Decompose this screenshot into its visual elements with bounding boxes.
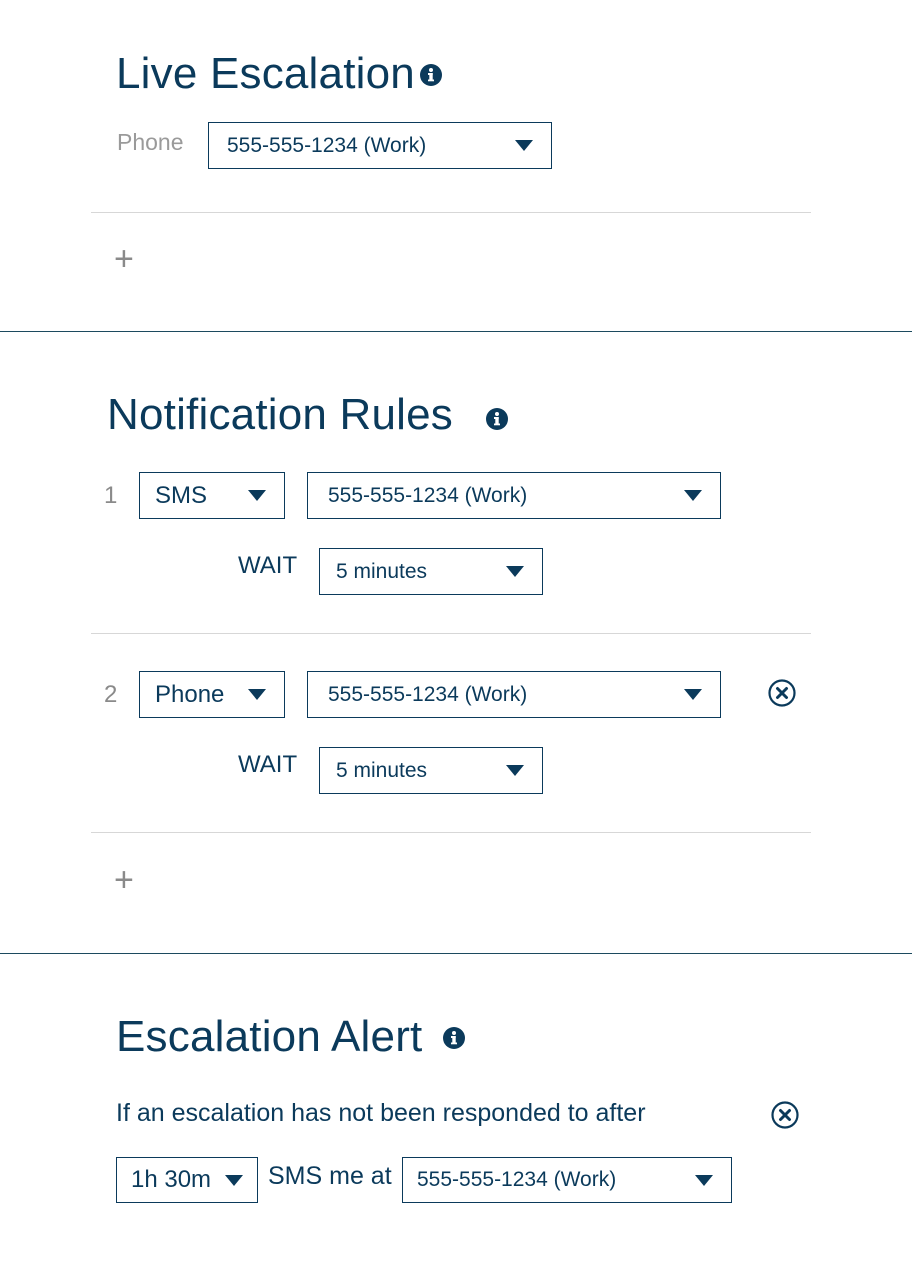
- caret-down-icon: [506, 566, 524, 577]
- wait-select[interactable]: 5 minutes: [319, 747, 543, 794]
- select-value: Phone: [155, 680, 225, 708]
- notification-rules-title: Notification Rules: [107, 390, 453, 439]
- live-escalation-title: Live Escalation: [116, 49, 415, 98]
- rule-number: 1: [104, 482, 118, 509]
- duration-select[interactable]: 1h 30m: [116, 1157, 258, 1203]
- wait-select[interactable]: 5 minutes: [319, 548, 543, 595]
- rule-contact-select[interactable]: 555-555-1234 (Work): [307, 472, 721, 519]
- alert-contact-select[interactable]: 555-555-1234 (Work): [402, 1157, 732, 1203]
- caret-down-icon: [684, 490, 702, 501]
- select-value: SMS: [155, 481, 208, 509]
- caret-down-icon: [506, 765, 524, 776]
- wait-label: WAIT: [238, 751, 298, 778]
- live-escalation-phone-select[interactable]: 555-555-1234 (Work): [208, 122, 552, 169]
- phone-label: Phone: [117, 129, 184, 155]
- select-value: 5 minutes: [336, 758, 428, 782]
- select-value: 555-555-1234 (Work): [328, 483, 528, 507]
- remove-rule-icon[interactable]: [768, 679, 796, 707]
- sms-label: SMS me at: [268, 1162, 392, 1190]
- divider: [91, 832, 811, 833]
- rule-number: 2: [104, 681, 118, 708]
- info-icon[interactable]: [486, 408, 508, 430]
- divider: [91, 633, 811, 634]
- select-value: 1h 30m: [131, 1166, 212, 1193]
- add-rule-button[interactable]: +: [114, 863, 134, 897]
- section-divider: [0, 331, 912, 332]
- wait-label: WAIT: [238, 552, 298, 579]
- info-icon[interactable]: [443, 1027, 465, 1049]
- select-value: 555-555-1234 (Work): [227, 133, 427, 157]
- caret-down-icon: [695, 1174, 713, 1186]
- add-live-escalation-button[interactable]: +: [114, 242, 134, 276]
- rule-contact-select[interactable]: 555-555-1234 (Work): [307, 671, 721, 718]
- rule-method-select[interactable]: SMS: [139, 472, 285, 519]
- caret-down-icon: [248, 689, 266, 700]
- caret-down-icon: [515, 140, 533, 151]
- caret-down-icon: [684, 689, 702, 700]
- rule-method-select[interactable]: Phone: [139, 671, 285, 718]
- select-value: 555-555-1234 (Work): [328, 682, 528, 706]
- section-divider: [0, 953, 912, 954]
- remove-alert-icon[interactable]: [771, 1101, 799, 1129]
- escalation-alert-title: Escalation Alert: [116, 1012, 423, 1061]
- divider: [91, 212, 811, 213]
- escalation-alert-description: If an escalation has not been responded …: [116, 1099, 646, 1127]
- select-value: 5 minutes: [336, 559, 428, 583]
- caret-down-icon: [248, 490, 266, 501]
- caret-down-icon: [225, 1174, 243, 1186]
- info-icon[interactable]: [420, 64, 442, 86]
- select-value: 555-555-1234 (Work): [417, 1168, 617, 1191]
